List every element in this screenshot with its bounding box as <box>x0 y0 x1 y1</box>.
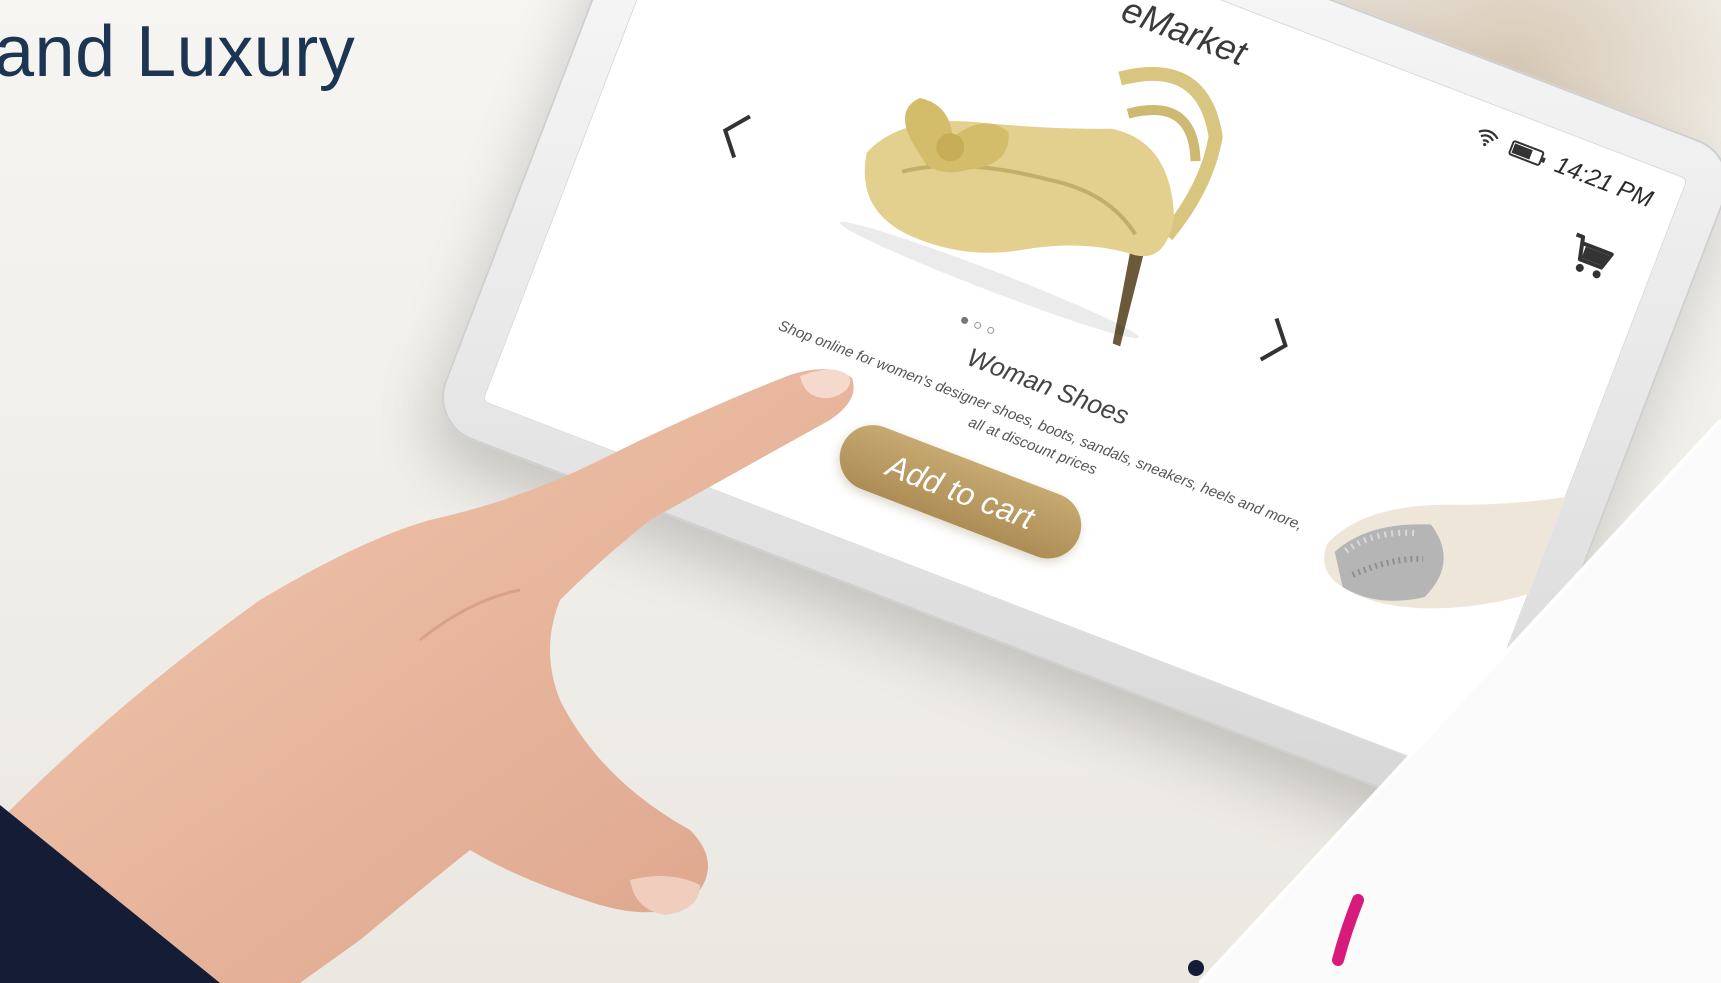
chevron-left-icon <box>722 114 751 159</box>
cart-button[interactable] <box>1561 230 1619 286</box>
cart-icon <box>1575 232 1614 279</box>
carousel-dots <box>960 315 996 335</box>
carousel-dot[interactable] <box>960 315 970 325</box>
page-heading: and Luxury <box>0 12 356 92</box>
carousel-dot[interactable] <box>973 320 983 330</box>
chevron-right-icon <box>1259 317 1288 362</box>
carousel-next-button[interactable] <box>1247 307 1306 377</box>
carousel-dot[interactable] <box>986 325 996 335</box>
carousel-prev-button[interactable] <box>705 99 764 169</box>
